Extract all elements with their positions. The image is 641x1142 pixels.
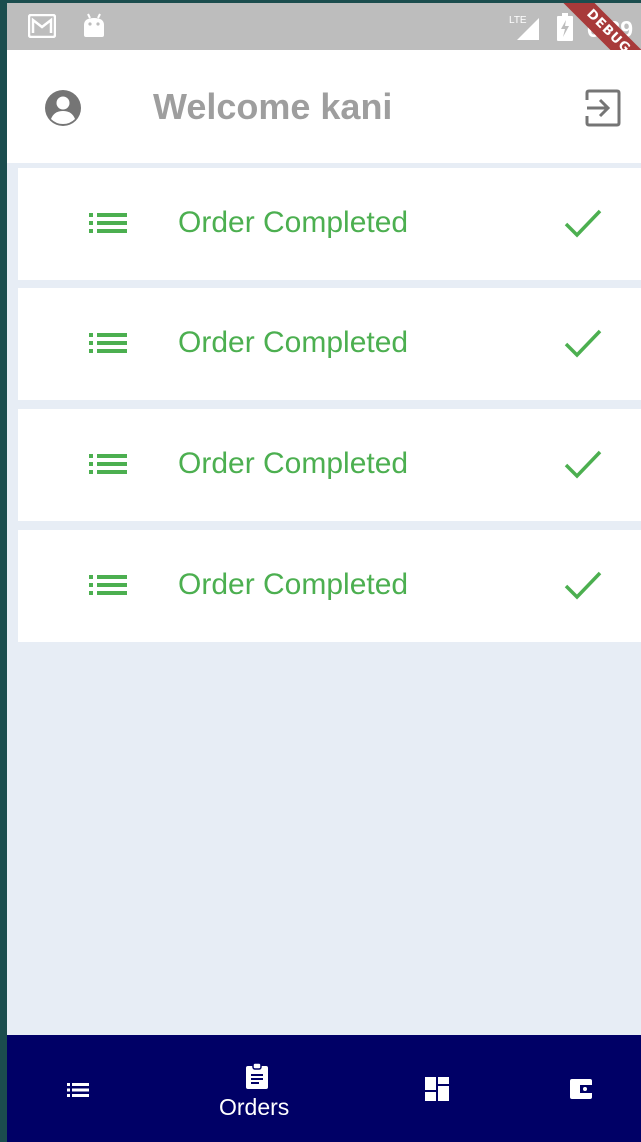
status-notifications <box>27 13 106 44</box>
nav-dashboard-icon[interactable] <box>425 1077 449 1106</box>
android-notification-icon <box>82 13 106 44</box>
order-card[interactable]: Order Completed <box>18 288 641 400</box>
list-icon <box>89 333 127 358</box>
battery-charging-icon <box>556 13 573 46</box>
check-icon <box>563 568 603 607</box>
status-bar: LTE 6:39 DEBUG <box>7 3 641 50</box>
logout-icon[interactable] <box>583 88 623 133</box>
order-card[interactable]: Order Completed <box>18 409 641 521</box>
nav-orders-label[interactable]: Orders <box>219 1094 289 1121</box>
order-status-label: Order Completed <box>178 326 409 359</box>
page-title: Welcome kani <box>153 86 393 127</box>
check-icon <box>563 326 603 365</box>
check-icon <box>563 447 603 486</box>
orders-list: Order Completed Order Completed Order Co… <box>7 163 641 1035</box>
order-status-label: Order Completed <box>178 206 409 239</box>
order-status-label: Order Completed <box>178 568 409 601</box>
gmail-notification-icon <box>27 13 57 43</box>
bottom-navigation: Orders <box>7 1035 641 1142</box>
nav-orders-clipboard-icon[interactable] <box>246 1062 268 1094</box>
signal-icon: LTE <box>509 13 543 46</box>
network-type-label: LTE <box>509 15 527 26</box>
list-icon <box>89 213 127 238</box>
list-icon <box>89 575 127 600</box>
window-frame-left <box>0 0 7 1142</box>
list-icon <box>89 454 127 479</box>
order-status-label: Order Completed <box>178 447 409 480</box>
nav-wallet-icon[interactable] <box>570 1079 592 1104</box>
order-card[interactable]: Order Completed <box>18 530 641 642</box>
app-bar: Welcome kani <box>7 50 641 163</box>
check-icon <box>563 206 603 245</box>
order-card[interactable]: Order Completed <box>18 168 641 280</box>
nav-list-icon[interactable] <box>67 1083 89 1102</box>
account-circle-icon[interactable] <box>43 88 83 133</box>
